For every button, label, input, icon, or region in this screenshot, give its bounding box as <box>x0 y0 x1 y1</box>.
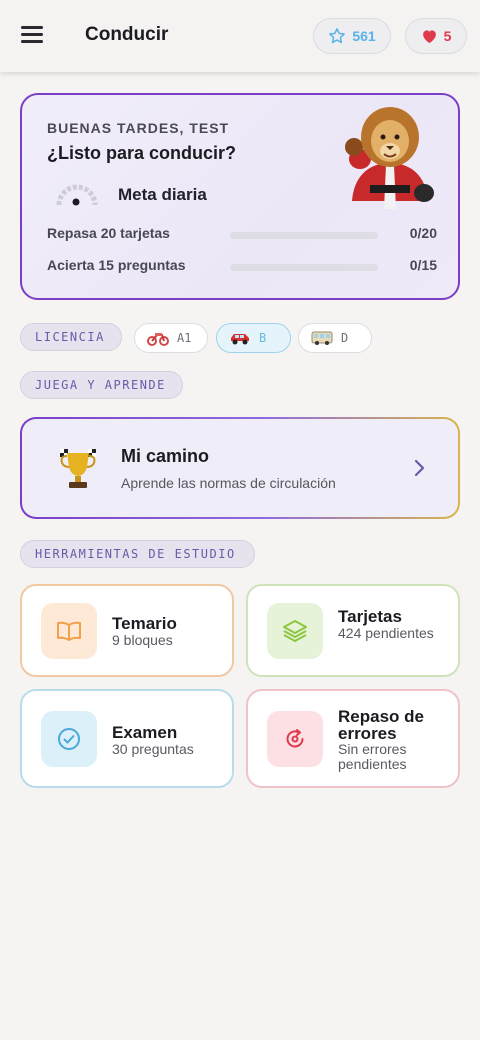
study-tools-label: HERRAMIENTAS DE ESTUDIO <box>20 540 255 568</box>
trophy-icon <box>60 449 96 488</box>
licence-option-b[interactable]: B <box>216 323 291 353</box>
layers-icon <box>283 620 307 642</box>
task-row: Acierta 15 preguntas 0/15 <box>47 257 437 277</box>
hamburger-menu-icon[interactable] <box>20 26 46 46</box>
hero-title: ¿Listo para conducir? <box>47 143 237 163</box>
task-row: Repasa 20 tarjetas 0/20 <box>47 225 437 245</box>
lives-counter[interactable]: 5 <box>405 18 467 54</box>
licence-label: LICENCIA <box>20 323 122 351</box>
tool-title: Tarjetas <box>338 607 402 626</box>
tool-title: Repaso de errores <box>338 707 424 743</box>
goal-label: Meta diaria <box>118 185 207 204</box>
licence-code: A1 <box>177 331 192 345</box>
tool-icon-box <box>41 603 97 659</box>
stars-counter[interactable]: 561 <box>313 18 391 54</box>
licence-option-a1[interactable]: A1 <box>134 323 208 353</box>
my-path-subtitle: Aprende las normas de circulación <box>121 475 336 491</box>
play-section-label: JUEGA Y APRENDE <box>20 371 183 399</box>
tool-card-tarjetas[interactable]: Tarjetas 424 pendientes <box>246 584 460 677</box>
star-icon <box>329 28 346 44</box>
tool-title: Examen <box>112 723 178 742</box>
task-label: Repasa 20 tarjetas <box>47 225 170 241</box>
licence-option-d[interactable]: D <box>298 323 372 353</box>
tool-icon-box <box>267 603 323 659</box>
page-title: Conducir <box>85 24 169 45</box>
tool-card-examen[interactable]: Examen 30 preguntas <box>20 689 234 788</box>
licence-code: B <box>259 331 267 345</box>
tool-title: Temario <box>112 614 177 633</box>
car-icon <box>231 334 249 345</box>
chevron-right-icon <box>414 459 425 477</box>
task-count: 0/15 <box>409 257 437 273</box>
my-path-title: Mi camino <box>121 446 210 466</box>
refresh-icon <box>286 729 304 748</box>
task-progress-bar <box>230 264 378 271</box>
tool-subtitle: 9 bloques <box>112 632 173 648</box>
task-count: 0/20 <box>409 225 437 241</box>
stars-count: 561 <box>352 28 376 44</box>
lion-mascot-image <box>345 107 434 209</box>
tool-subtitle: 424 pendientes <box>338 625 434 641</box>
lives-count: 5 <box>443 28 452 44</box>
bus-icon <box>311 331 333 345</box>
task-label: Acierta 15 preguntas <box>47 257 186 273</box>
tool-icon-box <box>267 711 323 767</box>
book-icon <box>57 621 81 641</box>
my-path-card[interactable]: Mi camino Aprende las normas de circulac… <box>20 417 460 519</box>
tool-card-repaso[interactable]: Repaso de errores Sin errores pendientes <box>246 689 460 788</box>
task-progress-bar <box>230 232 378 239</box>
greeting-text: BUENAS TARDES, TEST <box>47 120 230 136</box>
top-bar: Conducir 561 5 <box>0 0 480 72</box>
tool-icon-box <box>41 711 97 767</box>
motorcycle-icon <box>147 333 169 346</box>
licence-code: D <box>341 331 349 345</box>
tool-subtitle: Sin errores pendientes <box>338 741 407 772</box>
tool-subtitle: 30 preguntas <box>112 741 194 757</box>
daily-goal-card: BUENAS TARDES, TEST ¿Listo para conducir… <box>20 93 460 300</box>
heart-icon <box>422 30 436 44</box>
tool-card-temario[interactable]: Temario 9 bloques <box>20 584 234 677</box>
check-circle-icon <box>58 728 80 750</box>
gauge-icon <box>56 184 98 206</box>
